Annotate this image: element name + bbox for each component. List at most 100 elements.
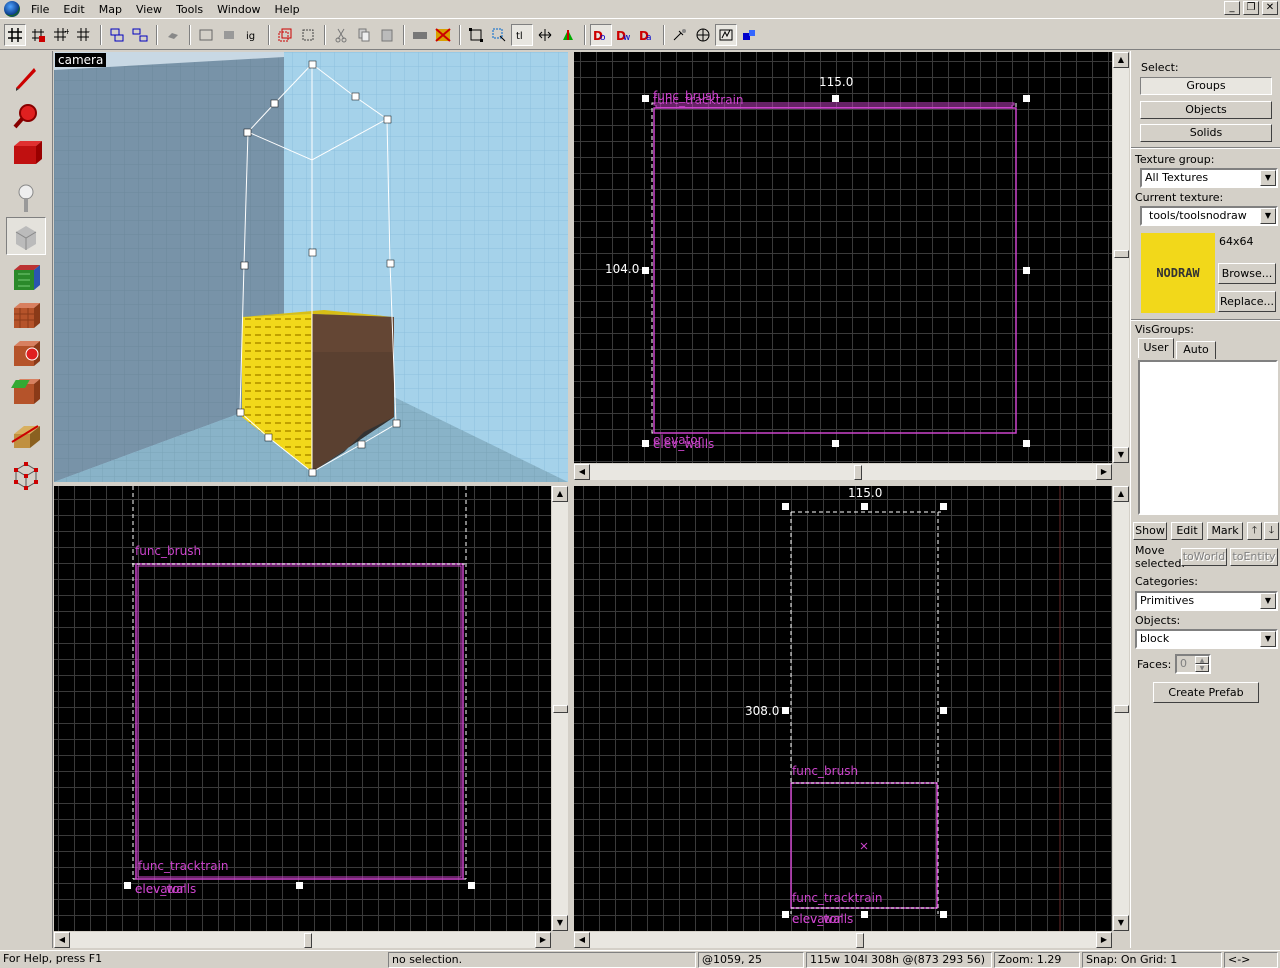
resize-handle[interactable] — [832, 440, 839, 447]
menu-view[interactable]: View — [129, 0, 169, 19]
to-world-icon[interactable]: ig — [241, 24, 263, 46]
cut-icon[interactable] — [297, 24, 319, 46]
hide-icon[interactable] — [692, 24, 714, 46]
scroll-up-icon[interactable]: ▲ — [1113, 486, 1129, 502]
copy-icon[interactable] — [330, 24, 352, 46]
resize-handle[interactable] — [642, 95, 649, 102]
resize-handle[interactable] — [1023, 267, 1030, 274]
cordon-icon[interactable]: Da — [636, 24, 658, 46]
menu-map[interactable]: Map — [92, 0, 129, 19]
show-brush-icon[interactable] — [669, 24, 691, 46]
scroll-thumb[interactable] — [1114, 705, 1129, 713]
resize-handle[interactable] — [642, 267, 649, 274]
scroll-thumb[interactable] — [1114, 250, 1129, 258]
restore-button[interactable]: ❐ — [1243, 1, 1259, 15]
scroll-up-icon[interactable]: ▲ — [552, 486, 568, 502]
show-button[interactable]: Show — [1133, 522, 1167, 540]
magnify-tool-icon[interactable] — [6, 97, 46, 135]
texture-group-select[interactable]: All Textures ▼ — [1140, 168, 1278, 188]
resize-handle[interactable] — [861, 503, 868, 510]
resize-handle[interactable] — [296, 882, 303, 889]
group-icon[interactable] — [106, 24, 128, 46]
scroll-thumb[interactable] — [856, 933, 864, 948]
horizontal-scrollbar[interactable]: ◀ ▶ — [574, 931, 1112, 948]
resize-handle[interactable] — [782, 911, 789, 918]
scroll-thumb[interactable] — [854, 465, 862, 480]
toentity-button[interactable]: toEntity — [1230, 548, 1278, 566]
app-globe-icon[interactable] — [4, 1, 20, 17]
scroll-thumb[interactable] — [553, 705, 568, 713]
hollow-icon[interactable] — [195, 24, 217, 46]
stepper-down-icon[interactable]: ▼ — [1195, 664, 1209, 672]
vertex-tool-icon[interactable] — [6, 455, 46, 493]
toworld-button[interactable]: toWorld — [1181, 548, 1227, 566]
resize-handle[interactable] — [782, 503, 789, 510]
arrow-down-icon[interactable]: 🡓 — [1264, 522, 1279, 540]
groups-button[interactable]: Groups — [1140, 77, 1272, 95]
arrow-up-icon[interactable]: 🡑 — [1247, 522, 1262, 540]
categories-select[interactable]: Primitives ▼ — [1135, 591, 1278, 611]
objects-select[interactable]: block ▼ — [1135, 629, 1278, 649]
chevron-down-icon[interactable]: ▼ — [1260, 170, 1276, 186]
resize-handle[interactable] — [1023, 95, 1030, 102]
menu-help[interactable]: Help — [268, 0, 307, 19]
vertical-scrollbar[interactable]: ▲ ▼ — [1112, 52, 1129, 463]
run-map-icon[interactable]: Dw — [613, 24, 635, 46]
check-problems-icon[interactable] — [409, 24, 431, 46]
menu-file[interactable]: File — [24, 0, 56, 19]
camera-tool-icon[interactable] — [6, 135, 46, 173]
grid-smaller-icon[interactable]: - — [73, 24, 95, 46]
resize-handle[interactable] — [1023, 440, 1030, 447]
create-prefab-button[interactable]: Create Prefab — [1153, 682, 1259, 703]
tab-user[interactable]: User — [1138, 338, 1174, 358]
grid-3d-icon[interactable] — [27, 24, 49, 46]
close-button[interactable]: ✕ — [1262, 1, 1278, 15]
scroll-right-icon[interactable]: ▶ — [1096, 932, 1112, 948]
select-box-icon[interactable] — [432, 24, 454, 46]
apply-texture-icon[interactable] — [6, 297, 46, 335]
clipping-tool-icon[interactable] — [6, 417, 46, 455]
carve-icon[interactable] — [162, 24, 184, 46]
compile-icon[interactable]: Do — [590, 24, 612, 46]
browse-button[interactable]: Browse... — [1218, 263, 1276, 284]
scroll-left-icon[interactable]: ◀ — [54, 932, 70, 948]
minimize-button[interactable]: _ — [1224, 1, 1240, 15]
decal-tool-icon[interactable] — [6, 335, 46, 373]
to-entity-icon[interactable] — [274, 24, 296, 46]
cubes-icon[interactable] — [738, 24, 760, 46]
resize-handle[interactable] — [940, 503, 947, 510]
resize-handle[interactable] — [861, 911, 868, 918]
vertical-scrollbar[interactable]: ▲ ▼ — [1112, 486, 1129, 931]
objects-button[interactable]: Objects — [1140, 101, 1272, 119]
resize-handle[interactable] — [832, 95, 839, 102]
scroll-up-icon[interactable]: ▲ — [1113, 52, 1129, 68]
front-viewport[interactable]: func_brush func_tracktrain elevator elev… — [54, 486, 568, 948]
resize-handle[interactable] — [642, 440, 649, 447]
show-help-icon[interactable] — [715, 24, 737, 46]
paste-icon[interactable] — [353, 24, 375, 46]
ungroup-icon[interactable] — [129, 24, 151, 46]
grid-toggle-icon[interactable] — [4, 24, 26, 46]
resize-handle[interactable] — [940, 707, 947, 714]
scroll-down-icon[interactable]: ▼ — [552, 915, 568, 931]
resize-handle[interactable] — [940, 911, 947, 918]
grid-larger-icon[interactable]: + — [50, 24, 72, 46]
texture-lock-icon[interactable] — [376, 24, 398, 46]
selection-tool-icon[interactable] — [6, 59, 46, 97]
solids-button[interactable]: Solids — [1140, 124, 1272, 142]
texture-lock-text-icon[interactable]: tl — [511, 24, 533, 46]
horizontal-scrollbar[interactable]: ◀ ▶ — [54, 931, 551, 948]
apply-icon[interactable] — [534, 24, 556, 46]
side-viewport[interactable]: 115.0 308.0 func_brush func_tracktrain e… — [574, 486, 1130, 948]
flip-icon[interactable] — [488, 24, 510, 46]
menu-edit[interactable]: Edit — [56, 0, 91, 19]
block-tool-icon[interactable] — [6, 217, 46, 255]
displacement-icon[interactable] — [557, 24, 579, 46]
chevron-down-icon[interactable]: ▼ — [1260, 631, 1276, 647]
stepper-up-icon[interactable]: ▲ — [1195, 656, 1209, 664]
mark-button[interactable]: Mark — [1207, 522, 1243, 540]
texture-application-icon[interactable] — [6, 259, 46, 297]
resize-handle[interactable] — [782, 707, 789, 714]
edit-button[interactable]: Edit — [1171, 522, 1203, 540]
scroll-left-icon[interactable]: ◀ — [574, 464, 590, 480]
